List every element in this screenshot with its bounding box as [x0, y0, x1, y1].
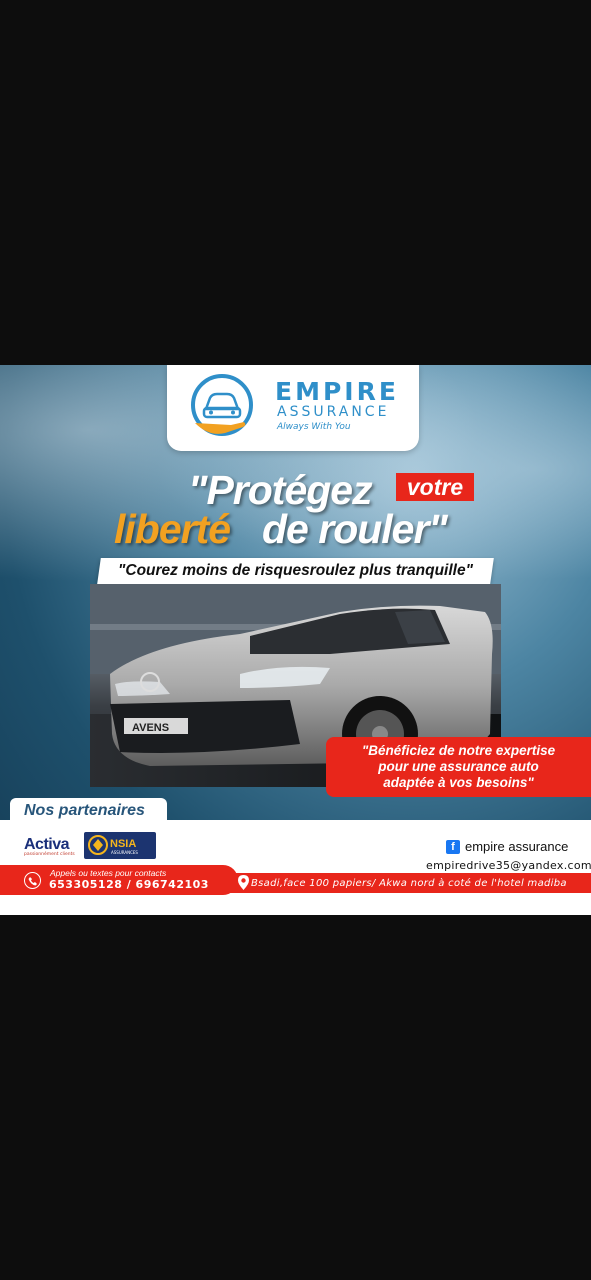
nsia-tagline: ASSURANCES — [111, 850, 138, 855]
expertise-line1: "Bénéficiez de notre expertise — [361, 743, 556, 758]
expertise-line2: pour une assurance auto — [378, 759, 539, 774]
subheadline-text: "Courez moins de risquesroulez plus tran… — [118, 562, 473, 579]
brand-logo-box: EMPIRE ASSURANCE Always With You — [167, 365, 419, 451]
contact-address: Bsadi,face 100 papiers/ Akwa nord à coté… — [251, 878, 567, 889]
facebook-icon: f — [446, 840, 460, 854]
headline-de-rouler: de rouler" — [262, 506, 448, 552]
partner-activa-logo: Activa passionnément clients — [24, 836, 80, 860]
expertise-callout: "Bénéficiez de notre expertise pour une … — [326, 737, 591, 797]
headline-liberte: liberté — [114, 506, 231, 552]
phone-icon — [24, 872, 41, 889]
activa-tagline: passionnément clients — [24, 852, 75, 857]
nsia-name: NSIA — [110, 838, 137, 850]
insurance-poster: EMPIRE ASSURANCE Always With You "Protég… — [0, 365, 591, 915]
contact-label: Appels ou textes pour contacts — [50, 868, 167, 878]
car-badge: AVENS — [132, 722, 169, 734]
brand-name: EMPIRE — [275, 377, 399, 406]
car-in-hand-logo-icon — [191, 374, 253, 436]
nsia-emblem-icon — [88, 835, 108, 855]
subheadline-banner: "Courez moins de risquesroulez plus tran… — [97, 558, 494, 584]
location-pin-icon — [238, 875, 249, 890]
headline-highlight: votre — [396, 473, 474, 501]
partner-nsia-logo: NSIA ASSURANCES — [84, 832, 156, 859]
brand-tagline: Always With You — [277, 422, 351, 432]
contact-email: empiredrive35@yandex.com — [426, 859, 591, 872]
brand-subtitle: ASSURANCE — [277, 404, 390, 420]
contact-phones: 653305128 / 696742103 — [49, 878, 209, 891]
facebook-handle: empire assurance — [465, 839, 569, 854]
partners-title: Nos partenaires — [24, 802, 145, 819]
image-viewer: EMPIRE ASSURANCE Always With You "Protég… — [0, 0, 591, 1280]
partners-tab: Nos partenaires — [10, 798, 167, 825]
expertise-line3: adaptée à vos besoins" — [383, 775, 534, 790]
